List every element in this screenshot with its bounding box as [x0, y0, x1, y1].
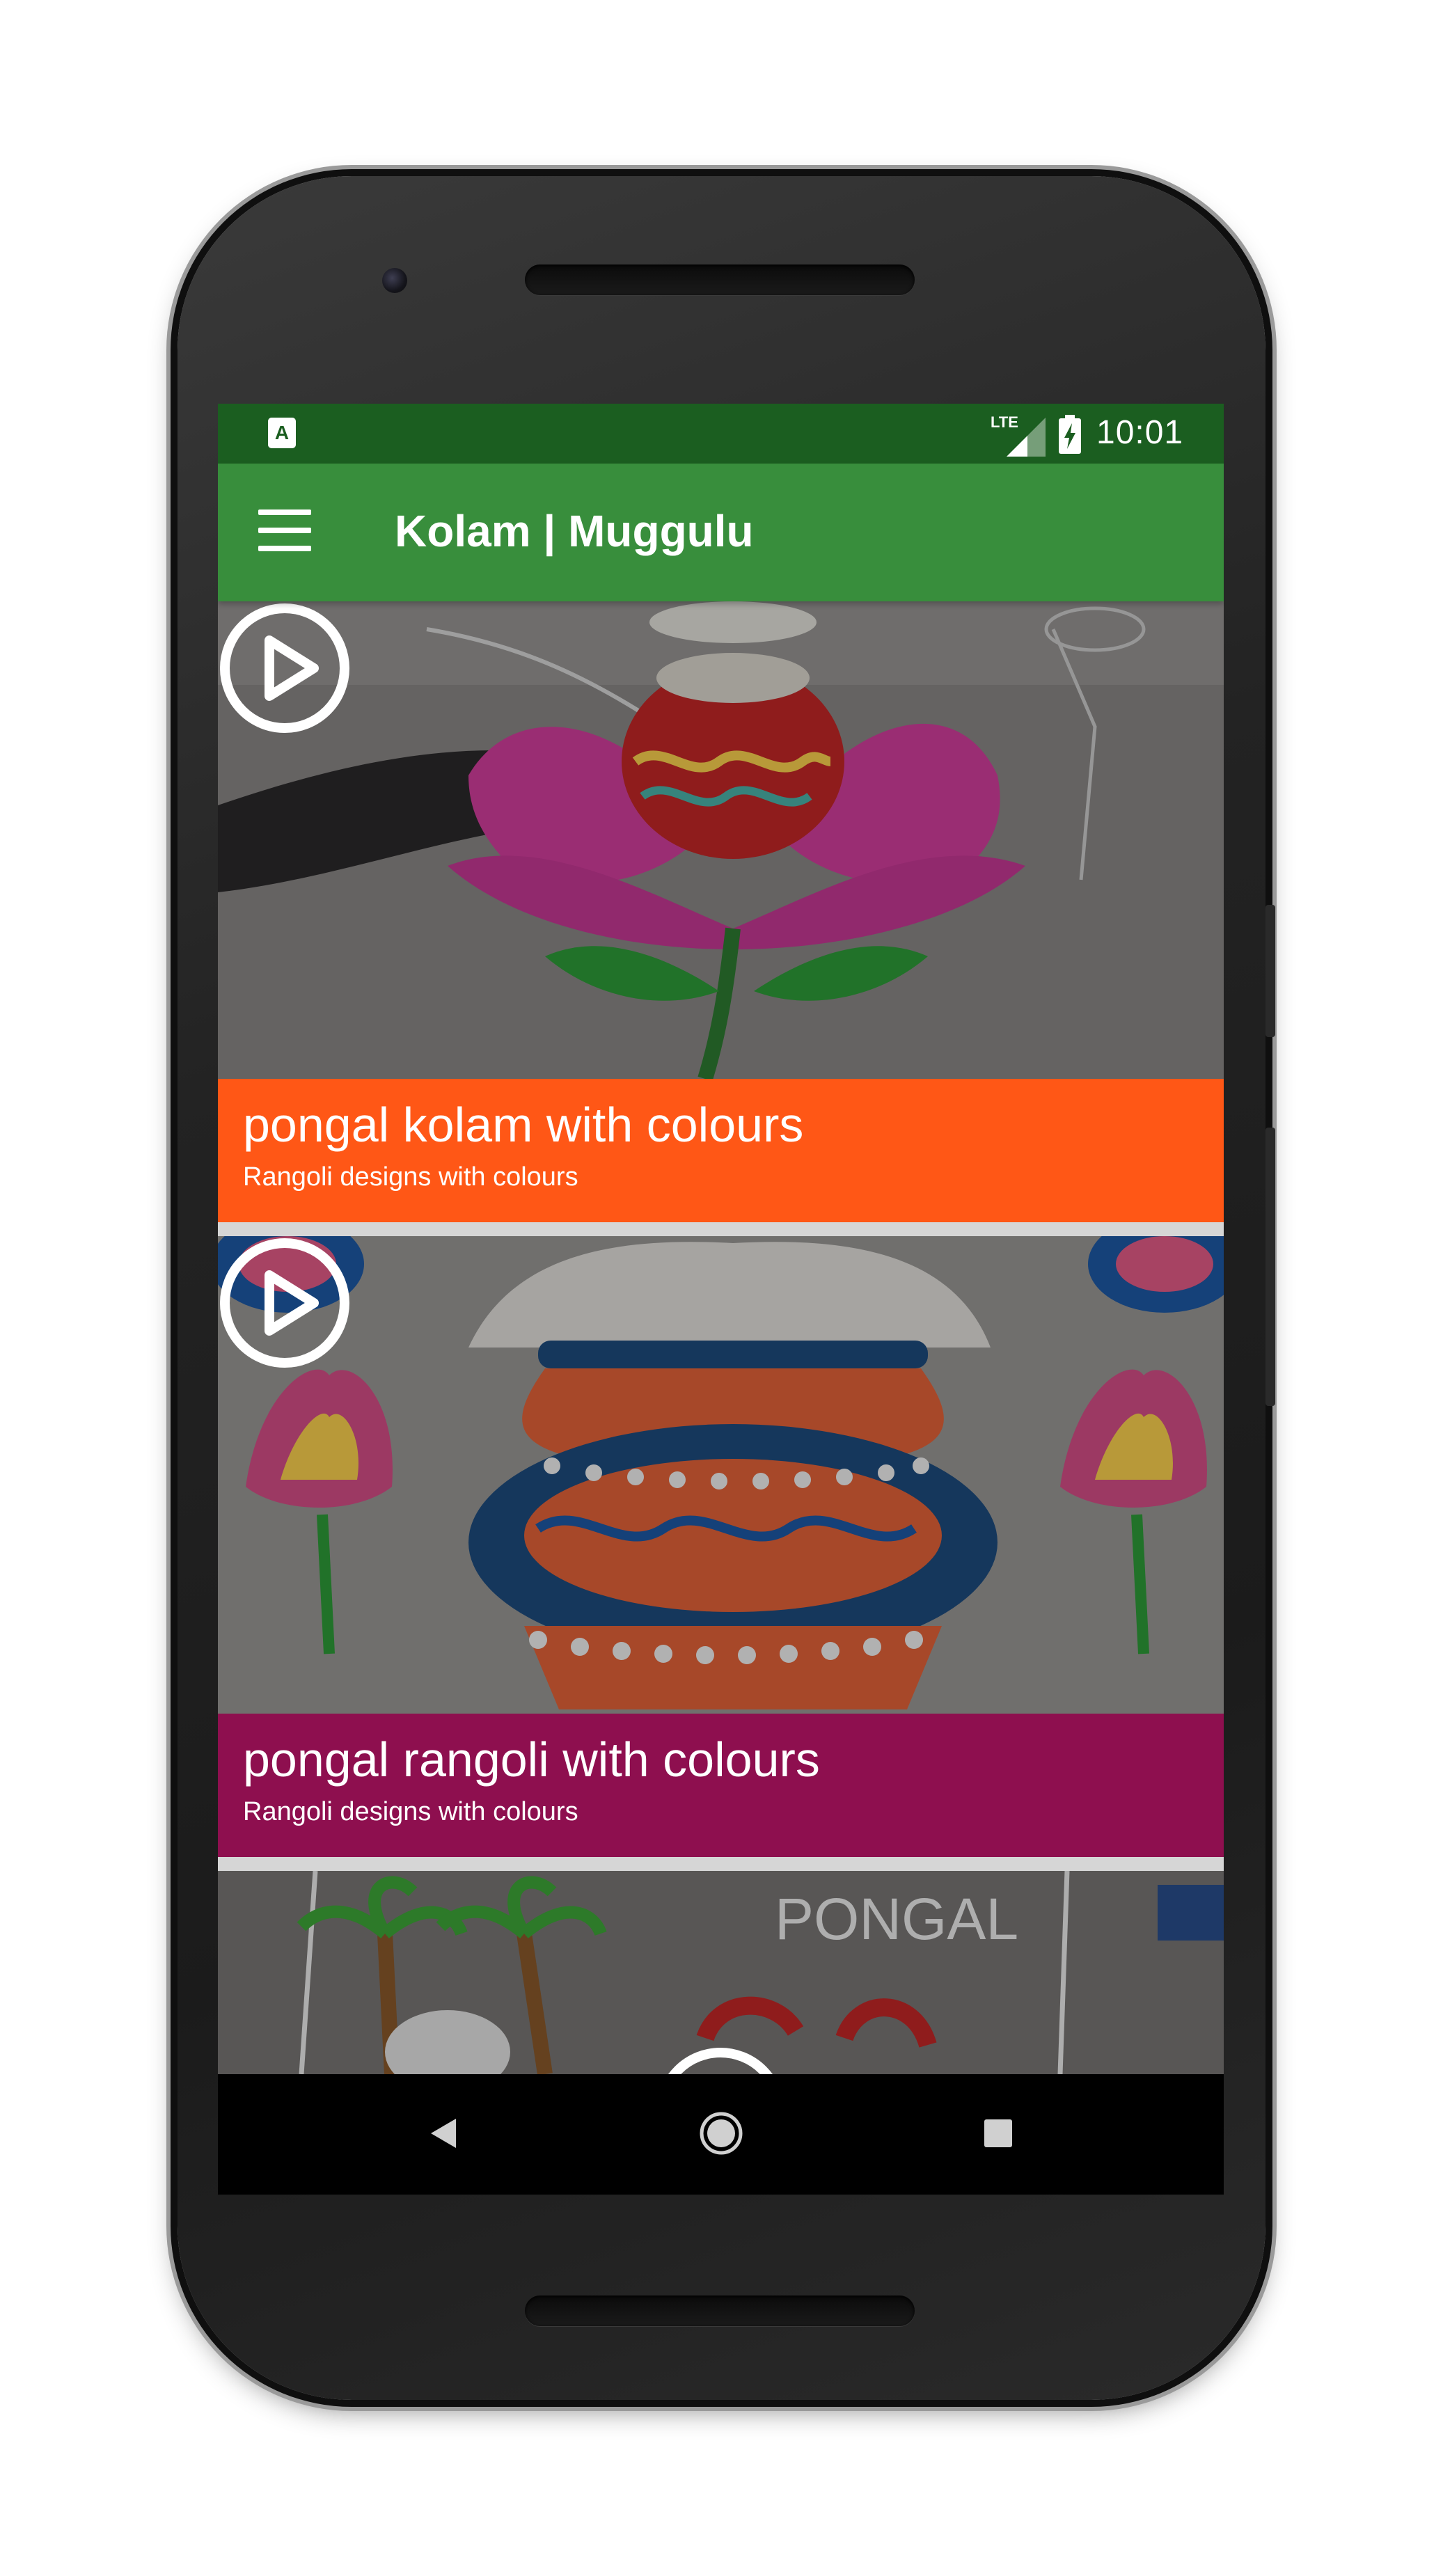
phone-screen: A LTE 10:01 Kolam | Muggulu pongal kolam…: [218, 404, 1224, 2195]
video-title: pongal rangoli with colours: [243, 1732, 820, 1787]
power-button: [1265, 1128, 1275, 1406]
cell-signal-icon: [1007, 418, 1046, 457]
recents-square-icon[interactable]: [982, 2117, 1014, 2149]
video-caption-2[interactable]: pongal rangoli with colours Rangoli desi…: [218, 1714, 1224, 1857]
volume-button: [1265, 905, 1275, 1037]
app-toolbar: Kolam | Muggulu: [218, 464, 1224, 601]
video-thumbnail-1[interactable]: [218, 601, 1224, 1079]
play-button-icon[interactable]: [218, 1236, 352, 1370]
system-navigation-bar: [218, 2074, 1224, 2195]
earpiece-speaker: [525, 264, 915, 295]
home-circle-icon[interactable]: [699, 2111, 743, 2156]
app-title: Kolam | Muggulu: [395, 506, 754, 556]
status-bar: A LTE 10:01: [218, 404, 1224, 464]
bottom-speaker: [525, 2296, 915, 2326]
hamburger-menu-icon[interactable]: [258, 509, 311, 551]
video-subtitle: Rangoli designs with colours: [243, 1162, 578, 1192]
battery-charging-icon: [1059, 415, 1081, 454]
play-button-icon[interactable]: [218, 601, 352, 735]
video-title: pongal kolam with colours: [243, 1098, 804, 1152]
back-triangle-icon[interactable]: [427, 2116, 462, 2151]
notification-app-icon: A: [268, 418, 296, 448]
front-camera: [382, 268, 407, 293]
status-clock: 10:01: [1096, 414, 1184, 451]
video-caption-1[interactable]: pongal kolam with colours Rangoli design…: [218, 1079, 1224, 1222]
play-button-icon[interactable]: [654, 2046, 787, 2074]
video-subtitle: Rangoli designs with colours: [243, 1797, 578, 1826]
video-thumbnail-2[interactable]: [218, 1236, 1224, 1714]
video-thumbnail-3[interactable]: PONGAL: [218, 1871, 1224, 2074]
